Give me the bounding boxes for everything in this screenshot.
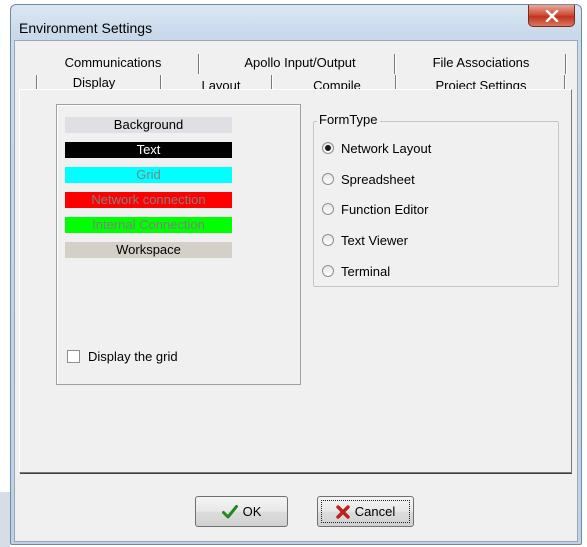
radio-button[interactable]	[322, 203, 334, 215]
radio-label: Spreadsheet	[341, 171, 415, 187]
radio-label: Network Layout	[341, 140, 432, 156]
tab-separator	[198, 54, 200, 74]
radio-button[interactable]	[322, 173, 334, 185]
radio-button[interactable]	[322, 234, 334, 246]
radio-label: Terminal	[341, 263, 391, 279]
tab-apollo-input-output[interactable]: Apollo Input/Output	[215, 53, 385, 74]
tab-separator	[394, 54, 396, 74]
window-title: Environment Settings	[19, 20, 153, 36]
dialog-window: Environment Settings Communications Apol…	[10, 4, 582, 545]
tab-separator	[565, 54, 567, 74]
display-grid-label: Display the grid	[88, 348, 178, 364]
cancel-label: Cancel	[354, 504, 396, 519]
formtype-group-label: FormType	[317, 112, 380, 127]
ok-label: OK	[242, 504, 262, 519]
title-bar[interactable]: Environment Settings	[11, 5, 581, 39]
radio-label: Function Editor	[341, 201, 429, 217]
ok-button[interactable]: OK	[195, 496, 288, 527]
display-grid-option[interactable]: Display the grid	[67, 347, 178, 365]
display-grid-checkbox[interactable]	[67, 349, 80, 363]
radio-text-viewer[interactable]: Text Viewer	[322, 231, 408, 249]
close-x-icon	[545, 9, 558, 22]
radio-terminal[interactable]: Terminal	[322, 262, 390, 280]
radio-button[interactable]	[322, 142, 334, 154]
color-grid[interactable]: Grid	[65, 167, 232, 183]
color-settings-panel: Background Text Grid Network connection …	[56, 104, 301, 385]
close-button[interactable]	[528, 5, 575, 27]
background-edge	[0, 0, 10, 547]
cancel-button[interactable]: Cancel	[317, 496, 414, 527]
radio-spreadsheet[interactable]: Spreadsheet	[322, 170, 415, 188]
color-background[interactable]: Background	[65, 117, 232, 133]
color-network-connection[interactable]: Network connection	[65, 192, 232, 208]
radio-function-editor[interactable]: Function Editor	[322, 200, 428, 218]
radio-label: Text Viewer	[341, 232, 408, 248]
checkmark-icon	[221, 504, 238, 519]
radio-network-layout[interactable]: Network Layout	[322, 139, 431, 157]
tab-communications[interactable]: Communications	[49, 53, 177, 74]
color-internal-connection[interactable]: Internal Connection	[65, 217, 232, 233]
color-text[interactable]: Text	[65, 142, 232, 158]
dialog-client-area: Communications Apollo Input/Output File …	[14, 40, 578, 542]
tab-file-associations[interactable]: File Associations	[401, 53, 561, 74]
color-workspace[interactable]: Workspace	[65, 242, 232, 258]
radio-button[interactable]	[322, 265, 334, 277]
